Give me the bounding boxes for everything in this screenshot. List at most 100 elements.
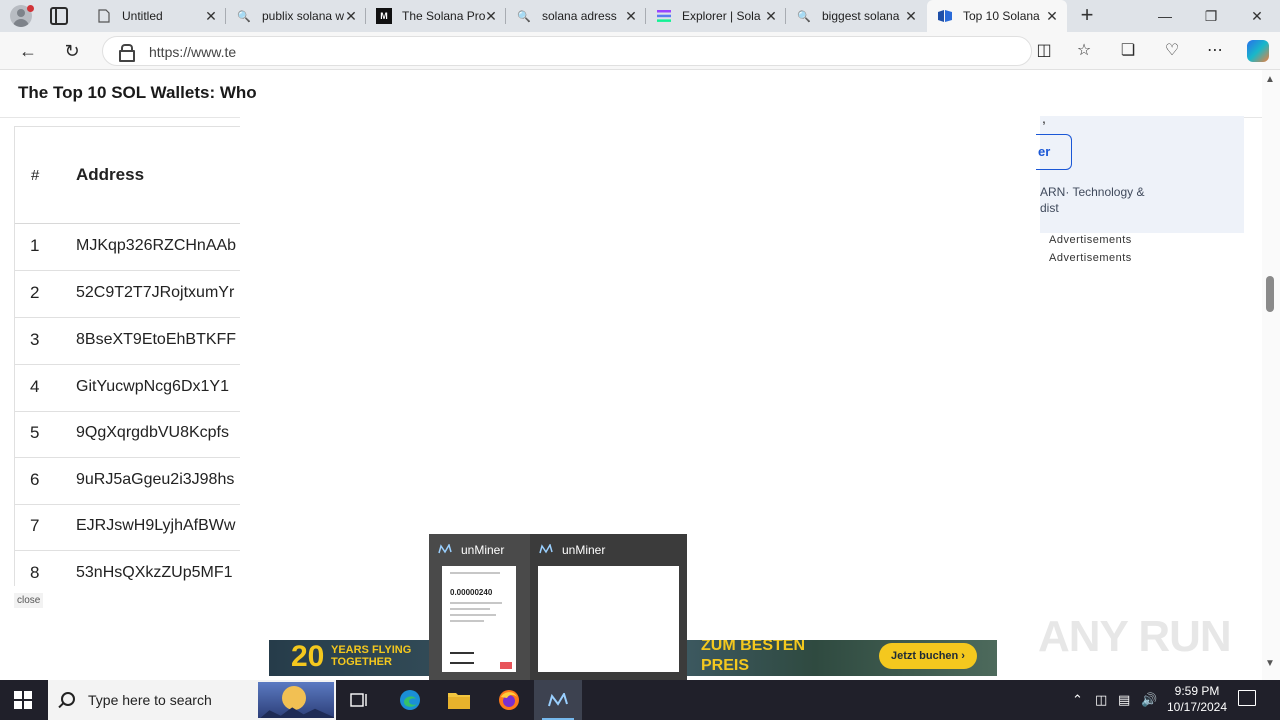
- close-ad-button[interactable]: close: [14, 593, 44, 608]
- banner-number: 20: [291, 640, 325, 673]
- new-tab-icon[interactable]: +: [1076, 4, 1098, 26]
- unminer-icon: [546, 688, 570, 712]
- task-view-icon[interactable]: [348, 688, 372, 712]
- split-screen-icon[interactable]: ◫: [1033, 40, 1055, 62]
- site-icon: [937, 8, 953, 24]
- thumbnail-title[interactable]: unMiner: [461, 543, 504, 557]
- close-tab-icon[interactable]: ✕: [204, 8, 218, 24]
- tab-title: Top 10 Solana: [963, 9, 1040, 23]
- banner-headline-line: PREIS: [701, 657, 750, 674]
- tab-title: biggest solana: [822, 9, 900, 23]
- notification-center-icon[interactable]: [1238, 690, 1256, 706]
- search-icon: 🔍: [797, 10, 811, 23]
- wallet-address: 9uRJ5aGgeu2i3J98hs: [76, 471, 235, 488]
- start-tile: [14, 701, 22, 709]
- profile-notification-dot: [27, 5, 34, 12]
- tab-solana-adress[interactable]: 🔍 solana adress ✕: [506, 0, 646, 32]
- close-tab-icon[interactable]: ✕: [484, 8, 498, 24]
- preview-red-button: [500, 662, 512, 669]
- tab-explorer-solana[interactable]: Explorer | Sola ✕: [646, 0, 786, 32]
- ad-cta-button[interactable]: er: [1036, 134, 1072, 170]
- sidebar-ad[interactable]: , er ARN· Technology & dist: [1036, 110, 1244, 233]
- minimize-icon[interactable]: —: [1142, 0, 1188, 32]
- close-tab-icon[interactable]: ✕: [1045, 8, 1059, 24]
- ad-fragment-text: ,: [1042, 110, 1046, 126]
- close-window-icon[interactable]: ✕: [1234, 0, 1280, 32]
- row-number: 7: [30, 516, 40, 535]
- table-row: 4 GitYucwpNcg6Dx1Y1: [15, 365, 240, 412]
- preview-line: [450, 614, 496, 616]
- table-row: 2 52C9T2T7JRojtxumYr: [15, 271, 240, 318]
- window-thumbnail[interactable]: [538, 566, 679, 672]
- close-tab-icon[interactable]: ✕: [764, 8, 778, 24]
- restore-icon[interactable]: ❐: [1188, 0, 1234, 32]
- table-row: 6 9uRJ5aGgeu2i3J98hs: [15, 458, 240, 505]
- address-bar[interactable]: https://www.te: [102, 36, 1032, 66]
- start-tile: [24, 701, 32, 709]
- table-row: 8 53nHsQXkzZUp5MF1: [15, 551, 240, 586]
- system-clock[interactable]: 9:59 PM 10/17/2024: [1162, 683, 1232, 715]
- scroll-thumb[interactable]: [1266, 276, 1274, 312]
- tab-top-10-solana[interactable]: Top 10 Solana ✕: [927, 0, 1067, 32]
- banner-tagline-line: YEARS FLYING: [331, 644, 412, 656]
- volume-icon[interactable]: 🔊: [1141, 692, 1157, 708]
- search-icon: [61, 692, 75, 706]
- file-explorer-icon[interactable]: [447, 688, 471, 712]
- windows-taskbar: Type here to search ⌃ ◫ ▤ 🔊 9:59 PM 10/1…: [0, 680, 1280, 720]
- page-scrollbar[interactable]: ▲ ▼: [1262, 70, 1280, 680]
- tab-actions-icon[interactable]: [50, 7, 68, 25]
- taskbar-search-box[interactable]: Type here to search: [48, 680, 336, 720]
- url-text[interactable]: https://www.te: [149, 44, 236, 60]
- collections-icon[interactable]: ❏: [1117, 40, 1139, 62]
- scroll-down-icon[interactable]: ▼: [1265, 658, 1275, 669]
- clock-time: 9:59 PM: [1174, 684, 1220, 698]
- firefox-icon[interactable]: [497, 688, 521, 712]
- tab-strip: Untitled ✕ 🔍 publix solana w ✕ M The Sol…: [0, 0, 1280, 32]
- tab-biggest-solana[interactable]: 🔍 biggest solana ✕: [786, 0, 926, 32]
- more-menu-icon[interactable]: ⋯: [1204, 40, 1226, 62]
- advertisements-label: Advertisements: [1049, 234, 1132, 246]
- banner-tagline: YEARS FLYING TOGETHER: [331, 644, 411, 668]
- tab-untitled[interactable]: Untitled ✕: [86, 0, 226, 32]
- close-tab-icon[interactable]: ✕: [624, 8, 638, 24]
- search-icon: 🔍: [517, 10, 531, 23]
- refresh-icon[interactable]: ↻: [60, 39, 84, 63]
- search-placeholder[interactable]: Type here to search: [88, 692, 212, 708]
- page-icon: [96, 8, 112, 24]
- close-tab-icon[interactable]: ✕: [344, 8, 358, 24]
- window-thumbnail[interactable]: 0.00000240: [442, 566, 516, 672]
- table-row: 5 9QgXqrgdbVU8Kcpfs: [15, 411, 240, 458]
- thumbnail-title[interactable]: unMiner: [562, 543, 605, 557]
- ad-text-line: dist: [1040, 201, 1059, 215]
- tab-publix-solana[interactable]: 🔍 publix solana w ✕: [226, 0, 366, 32]
- wallet-address: 53nHsQXkzZUp5MF1: [76, 564, 233, 581]
- miner-balance-text: 0.00000240: [450, 588, 493, 597]
- windows-start-icon[interactable]: [14, 691, 32, 709]
- close-tab-icon[interactable]: ✕: [904, 8, 918, 24]
- edge-browser-icon[interactable]: [398, 688, 422, 712]
- ad-text-line: ARN· Technology &: [1040, 185, 1145, 199]
- wallet-address: 8BseXT9EtoEhBTKFF: [76, 331, 237, 348]
- tab-title: Explorer | Sola: [682, 9, 761, 23]
- network-icon[interactable]: ▤: [1118, 692, 1130, 708]
- show-hidden-icons[interactable]: ⌃: [1072, 692, 1083, 708]
- back-arrow-icon[interactable]: ←: [16, 39, 40, 63]
- wallet-address: 9QgXqrgdbVU8Kcpfs: [76, 424, 229, 441]
- search-icon: 🔍: [237, 10, 251, 23]
- tab-solana-pro[interactable]: M The Solana Pro ✕: [366, 0, 506, 32]
- page-title: The Top 10 SOL Wallets: Who: [18, 83, 257, 102]
- taskbar-thumbnail-popup: unMiner 0.00000240 unMiner: [429, 534, 687, 680]
- start-tile: [24, 691, 32, 699]
- scroll-up-icon[interactable]: ▲: [1265, 74, 1275, 85]
- banner-headline-line: ZUM BESTEN: [701, 640, 805, 654]
- favorites-icon[interactable]: ☆: [1073, 40, 1095, 62]
- row-number: 2: [30, 283, 40, 302]
- book-now-button[interactable]: Jetzt buchen ›: [879, 643, 977, 669]
- lock-icon[interactable]: [119, 44, 135, 62]
- device-icon[interactable]: ◫: [1095, 692, 1107, 708]
- unminer-icon: [438, 543, 452, 557]
- browser-essentials-icon[interactable]: ♡: [1161, 40, 1183, 62]
- start-tile: [14, 691, 22, 699]
- unminer-taskbar-button[interactable]: [534, 680, 582, 720]
- copilot-icon[interactable]: [1247, 40, 1269, 62]
